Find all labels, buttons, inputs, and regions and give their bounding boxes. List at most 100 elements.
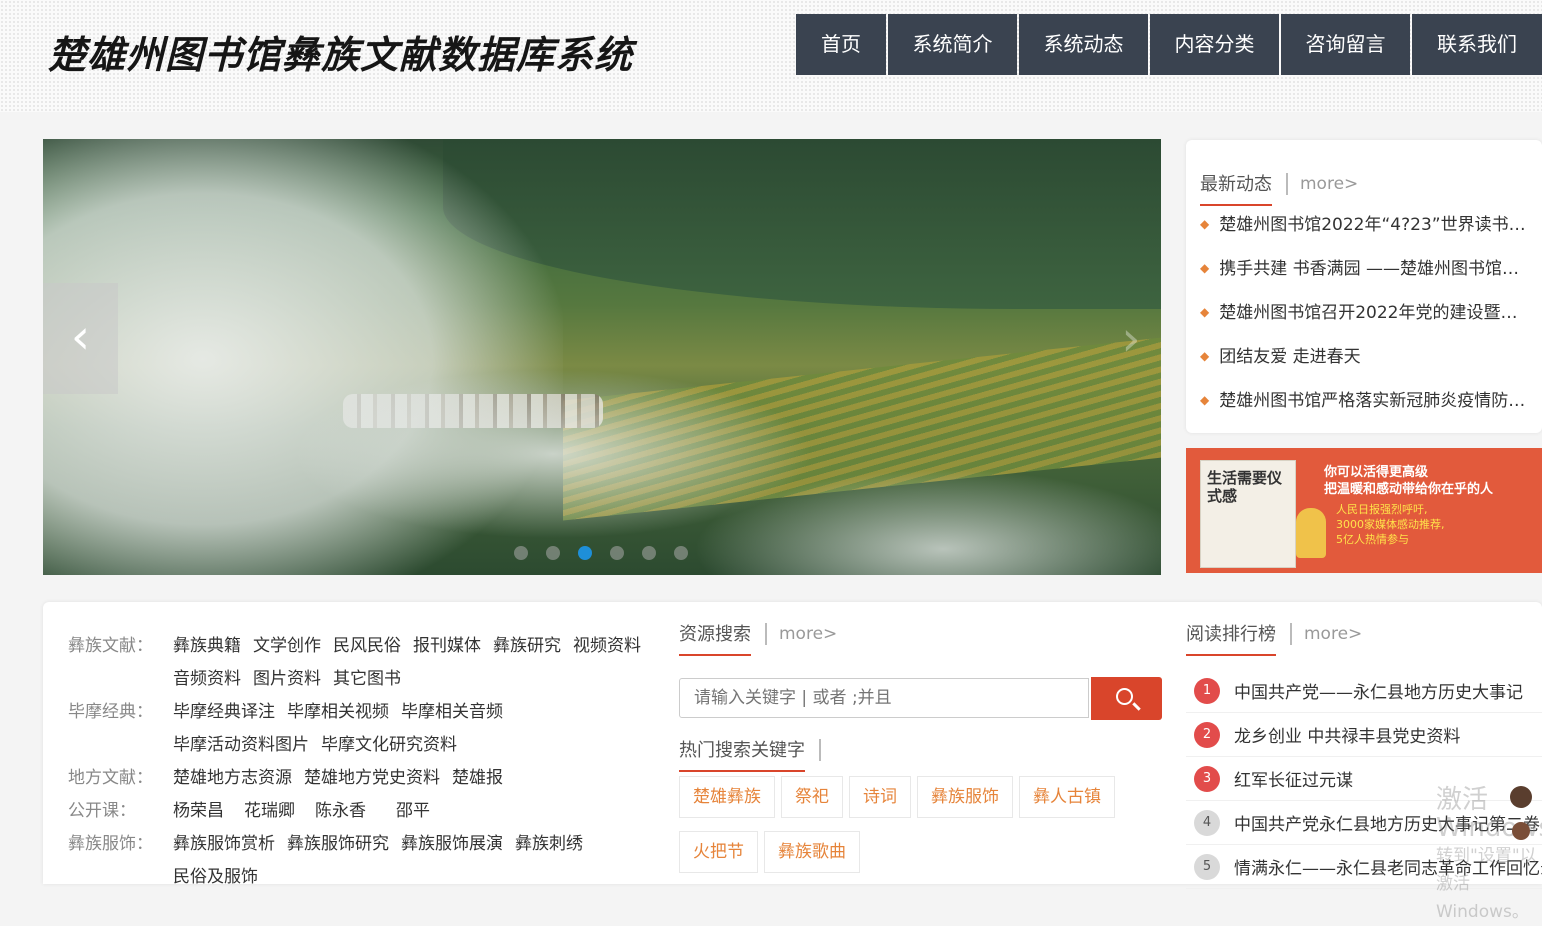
header: 楚雄州图书馆彝族文献数据库系统 首页 系统简介 系统动态 内容分类 咨询留言 联…: [0, 0, 1542, 112]
hot-keyword-tag[interactable]: 彝族歌曲: [764, 831, 860, 873]
news-item[interactable]: ◆ 楚雄州图书馆2022年“4?23”世界读书日活动: [1200, 212, 1530, 256]
hot-keyword-tag[interactable]: 彝人古镇: [1019, 776, 1115, 818]
floating-gear-icon[interactable]: [1512, 822, 1530, 840]
category-link[interactable]: 彝族研究: [493, 630, 561, 663]
search-more-link[interactable]: more>: [779, 624, 837, 652]
rank-badge: 5: [1194, 853, 1220, 880]
windows-activation-watermark: 激活 Windows 转到"设置"以激活 Windows。: [1436, 785, 1542, 922]
category-link[interactable]: 彝族服饰赏析: [173, 828, 275, 861]
carousel-prev-button[interactable]: ‹: [43, 283, 118, 394]
nav-item-news[interactable]: 系统动态: [1019, 14, 1148, 75]
category-label: 地方文献：: [68, 768, 153, 788]
hot-keyword-tag[interactable]: 祭祀: [781, 776, 843, 818]
hot-keyword-tag[interactable]: 楚雄彝族: [679, 776, 775, 818]
floating-widget-icon[interactable]: [1510, 786, 1532, 808]
book-title: 生活需要仪式感: [1207, 469, 1283, 505]
news-item[interactable]: ◆ 楚雄州图书馆严格落实新冠肺炎疫情防控措施: [1200, 388, 1530, 432]
category-link[interactable]: 陈永香: [315, 795, 366, 828]
latest-news-title: 最新动态: [1200, 170, 1272, 206]
category-link[interactable]: 毕摩经典译注: [173, 696, 275, 729]
carousel-dot[interactable]: [578, 546, 592, 560]
category-link[interactable]: 邵平: [396, 795, 430, 828]
category-label: 彝族文献：: [68, 636, 153, 656]
category-links: 毕摩经典译注 毕摩相关视频 毕摩相关音频 毕摩活动资料图片 毕摩文化研究资料: [173, 696, 658, 762]
nav-item-contact[interactable]: 联系我们: [1412, 14, 1542, 75]
latest-news-panel: 最新动态 more> ◆ 楚雄州图书馆2022年“4?23”世界读书日活动 ◆ 携手…: [1186, 140, 1542, 433]
hot-keyword-tag[interactable]: 彝族服饰: [917, 776, 1013, 818]
banner-carousel[interactable]: ‹ ›: [43, 139, 1161, 575]
news-item[interactable]: ◆楚雄州图书馆召开2022年党的建设暨党风廉政建设工作会: [1200, 300, 1530, 344]
carousel-dot[interactable]: [514, 546, 528, 560]
category-link[interactable]: 彝族典籍: [173, 630, 241, 663]
hot-keyword-tag[interactable]: 火把节: [679, 831, 758, 873]
category-row: 彝族文献： 彝族典籍 文学创作 民风民俗 报刊媒体 彝族研究 视频资料 音频资料…: [68, 630, 658, 696]
hot-keywords-header: 热门搜索关键字: [679, 736, 833, 772]
bullet-icon: ◆: [1200, 349, 1210, 363]
divider: [1290, 623, 1292, 645]
carousel-dot[interactable]: [546, 546, 560, 560]
carousel-dot[interactable]: [610, 546, 624, 560]
category-link[interactable]: 图片资料: [253, 663, 321, 696]
carousel-next-button[interactable]: ›: [1101, 309, 1161, 369]
category-row: 公开课： 杨荣昌 花瑞卿 陈永香 邵平: [68, 795, 658, 828]
rank-badge: 4: [1194, 809, 1220, 836]
category-link[interactable]: 其它图书: [333, 663, 401, 696]
category-link[interactable]: 楚雄地方党史资料: [304, 762, 440, 795]
category-link[interactable]: 毕摩活动资料图片: [173, 729, 309, 762]
category-row: 彝族服饰： 彝族服饰赏析 彝族服饰研究 彝族服饰展演 彝族刺绣 民俗及服饰: [68, 828, 658, 894]
ad-headline: 你可以活得更高级 把温暖和感动带给你在乎的人: [1324, 465, 1494, 497]
category-row: 毕摩经典： 毕摩经典译注 毕摩相关视频 毕摩相关音频 毕摩活动资料图片 毕摩文化…: [68, 696, 658, 762]
content-section: 彝族文献： 彝族典籍 文学创作 民风民俗 报刊媒体 彝族研究 视频资料 音频资料…: [43, 602, 1542, 889]
category-list: 彝族文献： 彝族典籍 文学创作 民风民俗 报刊媒体 彝族研究 视频资料 音频资料…: [68, 630, 658, 894]
carousel-dots: [514, 546, 706, 560]
divider: [1286, 173, 1288, 195]
category-link[interactable]: 杨荣昌: [173, 795, 224, 828]
rank-badge: 1: [1194, 677, 1220, 704]
search-input[interactable]: [679, 678, 1089, 718]
category-link[interactable]: 彝族刺绣: [515, 828, 583, 861]
category-link[interactable]: 民风民俗: [333, 630, 401, 663]
category-link[interactable]: 彝族服饰研究: [287, 828, 389, 861]
category-link[interactable]: 毕摩相关视频: [287, 696, 389, 729]
ranking-header: 阅读排行榜 more>: [1186, 620, 1362, 656]
latest-news-header: 最新动态 more>: [1200, 170, 1358, 206]
category-link[interactable]: 毕摩文化研究资料: [321, 729, 457, 762]
hot-keywords-title: 热门搜索关键字: [679, 736, 805, 772]
search-icon: [1116, 688, 1133, 705]
nav-item-intro[interactable]: 系统简介: [888, 14, 1017, 75]
ranking-more-link[interactable]: more>: [1304, 624, 1362, 652]
main-nav: 首页 系统简介 系统动态 内容分类 咨询留言 联系我们: [796, 14, 1542, 75]
ad-subtext: 人民日报强烈呼吁, 3000家媒体感动推荐, 5亿人热情参与: [1336, 503, 1445, 546]
category-link[interactable]: 文学创作: [253, 630, 321, 663]
latest-news-more-link[interactable]: more>: [1300, 174, 1358, 202]
category-link[interactable]: 音频资料: [173, 663, 241, 696]
ranking-title: 阅读排行榜: [1186, 620, 1276, 656]
news-item[interactable]: ◆携手共建 书香满园 ——楚雄州图书馆开展活动: [1200, 256, 1530, 300]
category-link[interactable]: 民俗及服饰: [173, 861, 258, 894]
category-link[interactable]: 楚雄地方志资源: [173, 762, 292, 795]
category-label: 毕摩经典：: [68, 702, 153, 722]
category-links: 楚雄地方志资源 楚雄地方党史资料 楚雄报: [173, 762, 658, 795]
rank-badge: 2: [1194, 721, 1220, 748]
book-ad-banner[interactable]: 生活需要仪式感 你可以活得更高级 把温暖和感动带给你在乎的人 人民日报强烈呼吁, 3…: [1186, 448, 1542, 573]
category-link[interactable]: 视频资料: [573, 630, 641, 663]
category-link[interactable]: 花瑞卿: [244, 795, 295, 828]
category-link[interactable]: 报刊媒体: [413, 630, 481, 663]
ranking-item[interactable]: 1 中国共产党——永仁县地方历史大事记: [1186, 669, 1542, 713]
category-links: 彝族典籍 文学创作 民风民俗 报刊媒体 彝族研究 视频资料 音频资料 图片资料 …: [173, 630, 658, 696]
nav-item-categories[interactable]: 内容分类: [1150, 14, 1279, 75]
search-button[interactable]: [1091, 677, 1162, 720]
nav-item-consult[interactable]: 咨询留言: [1281, 14, 1410, 75]
nav-item-home[interactable]: 首页: [796, 14, 886, 75]
category-row: 地方文献： 楚雄地方志资源 楚雄地方党史资料 楚雄报: [68, 762, 658, 795]
ranking-item[interactable]: 2 龙乡创业 中共禄丰县党史资料: [1186, 713, 1542, 757]
carousel-dot[interactable]: [642, 546, 656, 560]
site-logo[interactable]: 楚雄州图书馆彝族文献数据库系统: [48, 24, 633, 79]
category-link[interactable]: 楚雄报: [452, 762, 503, 795]
news-item[interactable]: ◆ 团结友爱 走进春天: [1200, 344, 1530, 388]
category-links: 彝族服饰赏析 彝族服饰研究 彝族服饰展演 彝族刺绣 民俗及服饰: [173, 828, 658, 894]
category-link[interactable]: 彝族服饰展演: [401, 828, 503, 861]
hot-keyword-tag[interactable]: 诗词: [849, 776, 911, 818]
category-link[interactable]: 毕摩相关音频: [401, 696, 503, 729]
carousel-dot[interactable]: [674, 546, 688, 560]
